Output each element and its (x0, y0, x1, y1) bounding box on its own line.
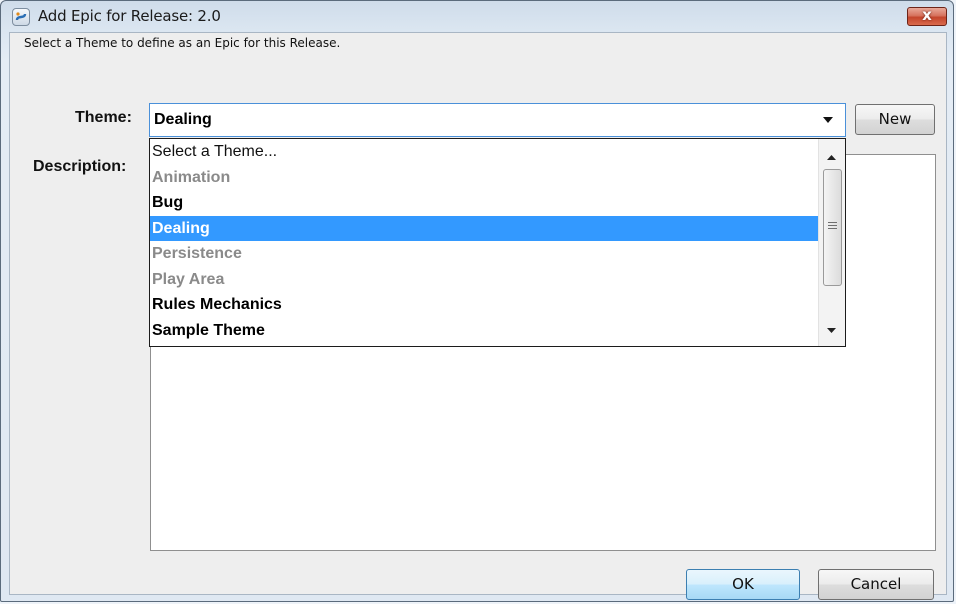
scrollbar-thumb[interactable] (823, 169, 842, 286)
theme-option-rules-mechanics[interactable]: Rules Mechanics (150, 292, 818, 318)
theme-combobox[interactable]: Dealing (149, 103, 846, 137)
chevron-down-icon[interactable] (811, 104, 845, 136)
cancel-button[interactable]: Cancel (818, 569, 934, 600)
window-title: Add Epic for Release: 2.0 (38, 7, 221, 25)
theme-option-dealing[interactable]: Dealing (150, 215, 818, 241)
theme-option-bug[interactable]: Bug (150, 190, 818, 216)
app-icon (12, 8, 30, 26)
theme-option-persistence[interactable]: Persistence (150, 241, 818, 267)
theme-label: Theme: (75, 109, 132, 126)
scroll-up-icon[interactable] (827, 147, 836, 165)
instruction-text: Select a Theme to define as an Epic for … (24, 36, 341, 50)
theme-option-play-area[interactable]: Play Area (150, 267, 818, 293)
ok-button[interactable]: OK (686, 569, 800, 600)
new-theme-button[interactable]: New (855, 104, 935, 135)
scroll-down-icon[interactable] (827, 320, 836, 338)
title-bar[interactable]: Add Epic for Release: 2.0 x (1, 1, 953, 31)
dropdown-scrollbar[interactable] (818, 139, 845, 346)
theme-option-sample-theme[interactable]: Sample Theme (150, 318, 818, 344)
close-icon: x (922, 6, 932, 24)
theme-option-placeholder[interactable]: Select a Theme... (150, 139, 818, 165)
theme-options: Select a Theme... Animation Bug Dealing … (150, 139, 818, 343)
description-label: Description: (33, 158, 127, 175)
scrollbar-grip (828, 222, 837, 223)
theme-dropdown-list[interactable]: Select a Theme... Animation Bug Dealing … (149, 138, 846, 347)
scrollbar-grip (828, 228, 837, 229)
theme-selected-value: Dealing (154, 111, 212, 128)
theme-option-animation[interactable]: Animation (150, 165, 818, 191)
scrollbar-grip (828, 225, 837, 226)
close-button[interactable]: x (907, 6, 947, 26)
